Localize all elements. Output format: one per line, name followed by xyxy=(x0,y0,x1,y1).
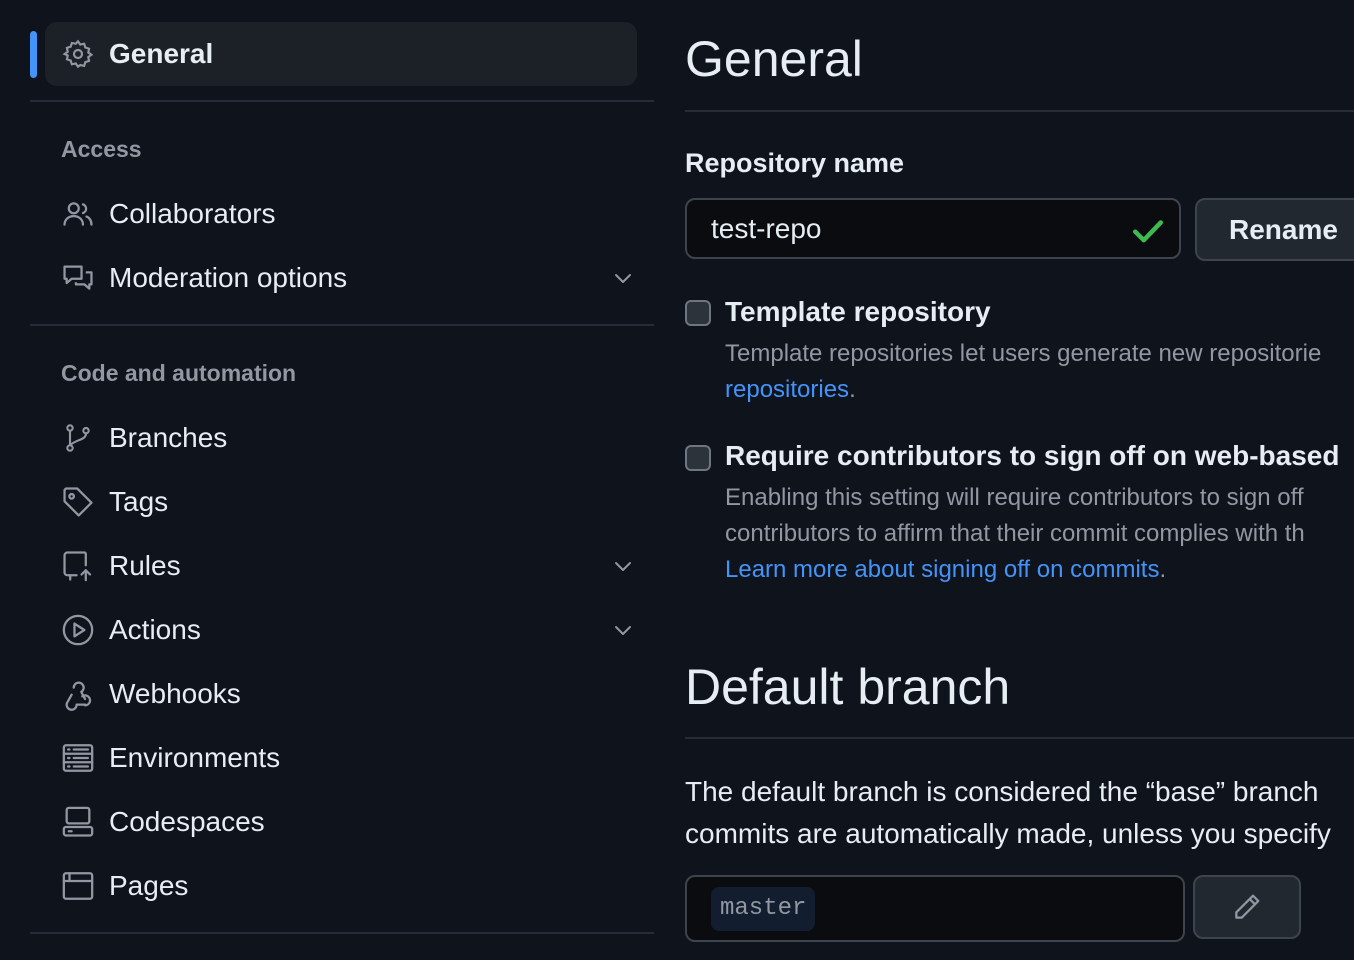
sidebar-group-heading-access: Access xyxy=(61,136,142,162)
sidebar-divider xyxy=(30,932,654,934)
sidebar-item-rules[interactable]: Rules xyxy=(61,534,631,598)
sidebar-group-heading-code-and-automation: Code and automation xyxy=(61,360,297,386)
repository-name-input[interactable] xyxy=(711,210,1131,248)
sidebar-item-label: Tags xyxy=(109,486,169,517)
sidebar-item-general[interactable]: General xyxy=(61,22,621,86)
section-divider xyxy=(685,110,1354,112)
sidebar-item-label: Pages xyxy=(109,870,189,901)
default-branch-name: master xyxy=(711,887,816,931)
gear-icon xyxy=(61,37,95,71)
sidebar-item-label: Codespaces xyxy=(109,806,265,837)
play-icon xyxy=(61,613,95,647)
sidebar-divider xyxy=(30,100,654,102)
section-divider xyxy=(685,737,1354,739)
browser-icon xyxy=(61,869,95,903)
people-icon xyxy=(61,197,95,231)
sidebar-item-label: Actions xyxy=(109,614,201,645)
sidebar-item-label: Rules xyxy=(109,550,181,581)
require-signoff-description-line3: Learn more about signing off on commits. xyxy=(725,552,1166,588)
sidebar-item-label: General xyxy=(109,38,214,69)
chevron-down-icon[interactable] xyxy=(611,618,635,642)
chevron-down-icon[interactable] xyxy=(611,266,635,290)
webhook-icon xyxy=(61,677,95,711)
template-repository-description: Template repositories let users generate… xyxy=(725,340,1322,367)
rename-button[interactable]: Rename xyxy=(1195,198,1354,261)
repositories-link[interactable]: repositories xyxy=(725,376,849,403)
chevron-down-icon[interactable] xyxy=(611,554,635,578)
learn-more-signoff-link[interactable]: Learn more about signing off on commits xyxy=(725,556,1159,583)
sidebar-item-label: Branches xyxy=(109,422,228,453)
require-signoff-title: Require contributors to sign off on web-… xyxy=(725,440,1340,471)
pencil-icon xyxy=(1235,894,1260,919)
active-indicator xyxy=(30,31,37,78)
sidebar-item-webhooks[interactable]: Webhooks xyxy=(61,662,621,726)
repository-name-field[interactable] xyxy=(685,198,1181,259)
sidebar-item-codespaces[interactable]: Codespaces xyxy=(61,790,621,854)
sidebar-divider xyxy=(30,324,654,326)
check-icon xyxy=(1132,220,1164,243)
sidebar-item-branches[interactable]: Branches xyxy=(61,406,621,470)
sidebar-item-label: Environments xyxy=(109,742,281,773)
template-repository-checkbox[interactable] xyxy=(685,300,711,326)
git-branch-icon xyxy=(61,421,95,455)
settings-sidebar: General Access Collaborators Moderation … xyxy=(30,0,654,960)
sidebar-item-pages[interactable]: Pages xyxy=(61,854,621,918)
sidebar-item-actions[interactable]: Actions xyxy=(61,598,631,662)
template-description-suffix: . xyxy=(849,376,856,403)
require-signoff-description-line2: contributors to affirm that their commit… xyxy=(725,520,1305,547)
default-branch-heading: Default branch xyxy=(685,659,1011,715)
tag-icon xyxy=(61,485,95,519)
edit-default-branch-button[interactable] xyxy=(1193,875,1301,939)
signoff-description-suffix: . xyxy=(1159,556,1167,583)
server-icon xyxy=(61,741,95,775)
sidebar-item-tags[interactable]: Tags xyxy=(61,470,621,534)
template-repository-description-line2: repositories. xyxy=(725,372,856,408)
sidebar-item-collaborators[interactable]: Collaborators xyxy=(61,182,621,246)
repository-name-label: Repository name xyxy=(685,148,905,178)
page-title: General xyxy=(685,31,863,87)
sidebar-item-moderation-options[interactable]: Moderation options xyxy=(61,246,631,310)
comment-discussion-icon xyxy=(61,261,95,295)
settings-main: General Repository name Rename Template … xyxy=(685,0,1354,960)
default-branch-description-line2: commits are automatically made, unless y… xyxy=(685,818,1331,849)
default-branch-description-line1: The default branch is considered the “ba… xyxy=(685,776,1319,807)
repo-push-icon xyxy=(61,549,95,583)
default-branch-field: master xyxy=(685,875,1185,942)
settings-page: General Access Collaborators Moderation … xyxy=(0,0,1354,960)
template-repository-title: Template repository xyxy=(725,296,991,327)
require-signoff-description-line1: Enabling this setting will require contr… xyxy=(725,484,1304,511)
sidebar-item-label: Webhooks xyxy=(109,678,241,709)
require-signoff-checkbox[interactable] xyxy=(685,445,711,471)
sidebar-item-environments[interactable]: Environments xyxy=(61,726,621,790)
sidebar-item-label: Collaborators xyxy=(109,198,276,229)
sidebar-item-label: Moderation options xyxy=(109,262,348,293)
codespaces-icon xyxy=(61,805,95,839)
